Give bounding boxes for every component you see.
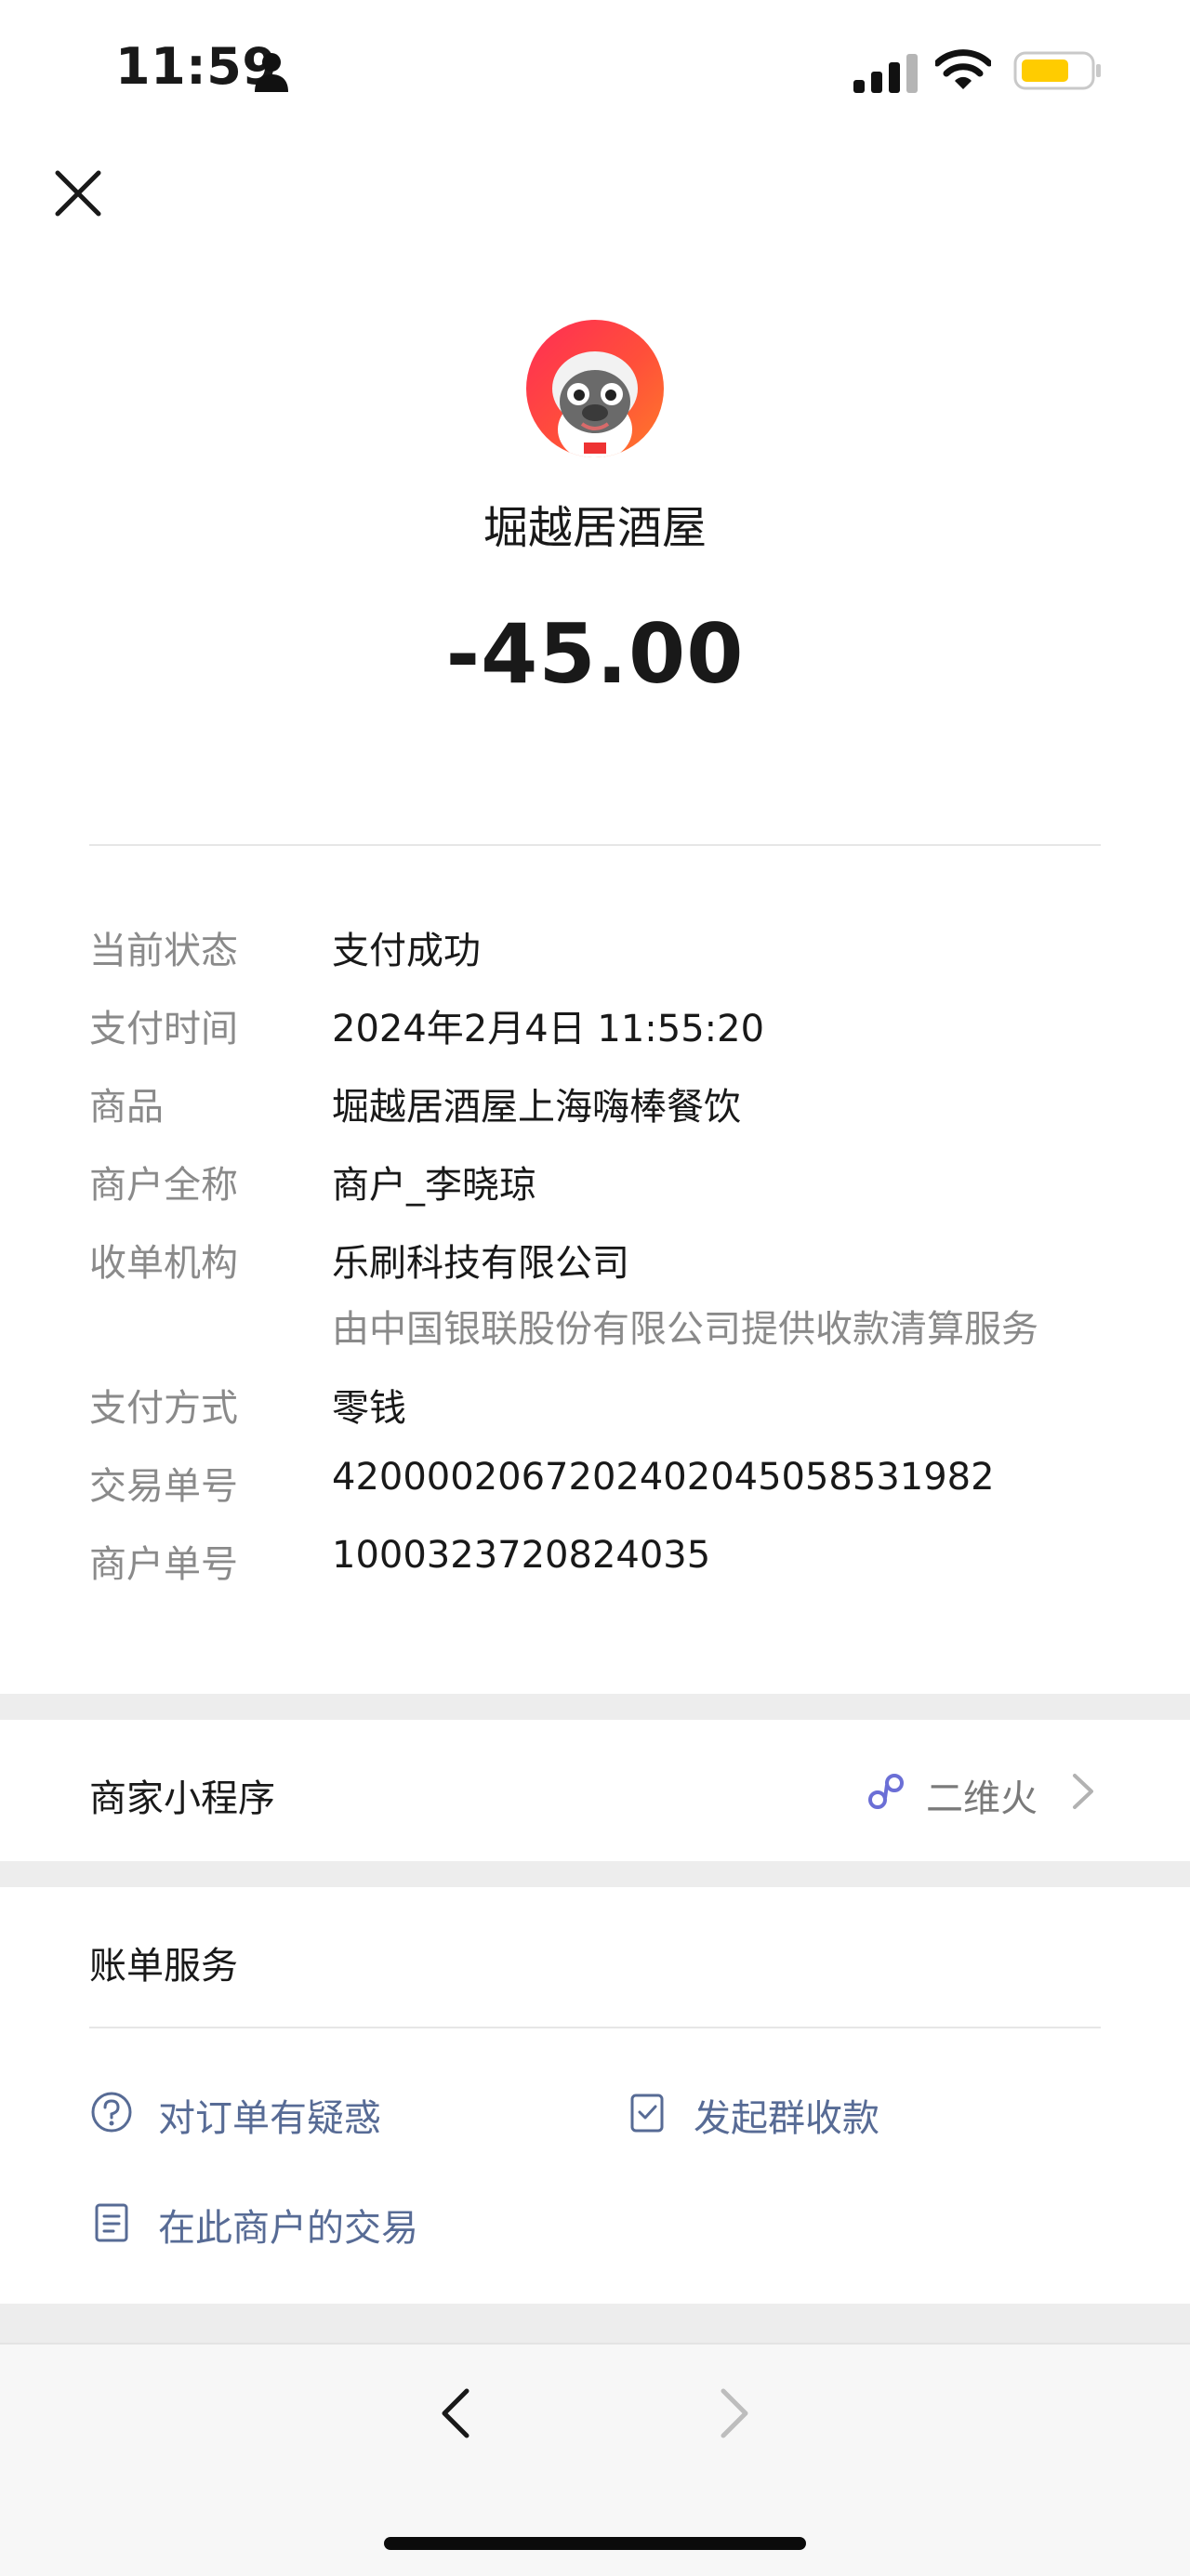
detail-value-merchant-order-id: 1000323720824035: [332, 1534, 711, 1577]
person-icon: [255, 53, 288, 92]
section-separator: [0, 1694, 1190, 1720]
detail-value-status: 支付成功: [332, 930, 481, 972]
close-icon[interactable]: [52, 167, 104, 219]
mini-program-name: 二维火: [926, 1777, 1038, 1820]
bill-service-title: 账单服务: [89, 1945, 238, 1988]
detail-value-transaction-id: 4200002067202402045058531982: [332, 1456, 995, 1499]
back-chevron-icon[interactable]: [433, 2385, 478, 2441]
detail-acquirer-note: 由中国银联股份有限公司提供收款清算服务: [332, 1308, 1038, 1351]
document-icon: [95, 2203, 128, 2242]
detail-label-time: 支付时间: [89, 1008, 238, 1050]
merchant-name: 堀越居酒屋: [483, 502, 707, 554]
divider: [89, 2027, 1101, 2028]
wifi-icon: [935, 49, 991, 89]
detail-label-payment-method: 支付方式: [89, 1387, 238, 1430]
merchant-transactions-label: 在此商户的交易: [158, 2207, 418, 2250]
honey-badger-avatar-icon: [552, 351, 638, 457]
section-separator: [0, 1861, 1190, 1887]
mini-program-icon: [868, 1774, 904, 1809]
question-circle-icon: [91, 2092, 132, 2133]
detail-label-merchant-fullname: 商户全称: [89, 1164, 238, 1207]
merchant-avatar: [526, 320, 664, 457]
merchant-transactions-button[interactable]: 在此商户的交易: [89, 2198, 573, 2250]
order-question-button[interactable]: 对订单有疑惑: [89, 2088, 480, 2140]
battery-icon: [1013, 51, 1101, 90]
divider: [89, 844, 1101, 846]
detail-value-merchant-fullname: 商户_李晓琼: [332, 1164, 536, 1207]
detail-value-time: 2024年2月4日 11:55:20: [332, 1008, 765, 1050]
detail-label-goods: 商品: [89, 1086, 164, 1129]
section-separator: [0, 2304, 1190, 2343]
forward-chevron-icon: [721, 2388, 748, 2438]
detail-label-acquirer: 收单机构: [89, 1242, 238, 1285]
detail-value-payment-method: 零钱: [332, 1387, 406, 1430]
cellular-signal-icon: [853, 54, 918, 93]
mini-program-label: 商家小程序: [89, 1777, 275, 1820]
group-collect-label: 发起群收款: [694, 2097, 879, 2140]
detail-label-status: 当前状态: [89, 930, 238, 972]
chevron-right-icon: [1073, 1774, 1093, 1809]
detail-label-transaction-id: 交易单号: [89, 1465, 238, 1508]
order-question-label: 对订单有疑惑: [158, 2097, 381, 2140]
group-collect-icon: [630, 2094, 664, 2133]
detail-value-goods: 堀越居酒屋上海嗨棒餐饮: [332, 1086, 741, 1129]
group-collect-button[interactable]: 发起群收款: [625, 2088, 1015, 2140]
payment-amount: -45.00: [445, 606, 745, 702]
detail-value-acquirer: 乐刷科技有限公司: [332, 1242, 629, 1285]
home-indicator[interactable]: [384, 2537, 806, 2550]
detail-label-merchant-order-id: 商户单号: [89, 1543, 238, 1586]
